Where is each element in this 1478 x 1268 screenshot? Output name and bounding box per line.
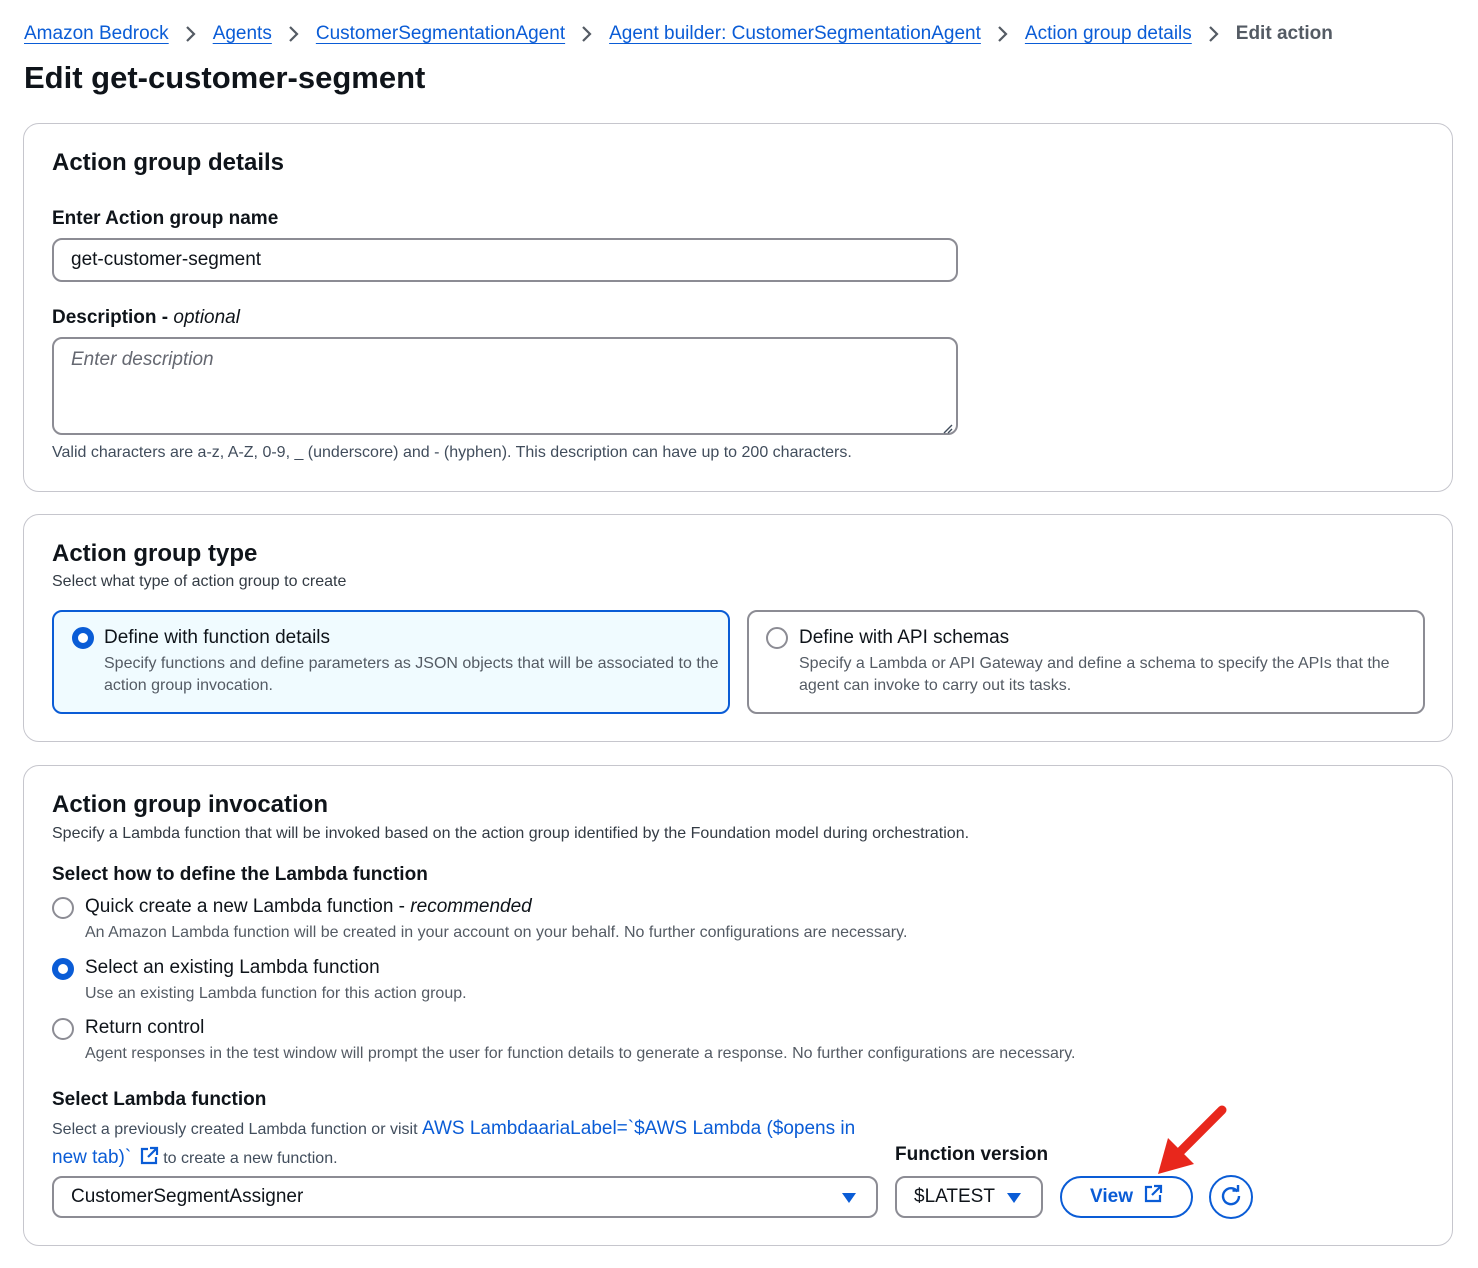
breadcrumb-action-group-details[interactable]: Action group details bbox=[1025, 23, 1192, 45]
name-value: get-customer-segment bbox=[71, 249, 262, 270]
lambda-help-suffix: to create a new function. bbox=[163, 1150, 338, 1167]
page-title: Edit get-customer-segment bbox=[24, 60, 426, 95]
radio-existing-lambda[interactable] bbox=[52, 958, 74, 980]
breadcrumb-agent-builder[interactable]: Agent builder: CustomerSegmentationAgent bbox=[609, 23, 981, 45]
tile-api-schemas-title: Define with API schemas bbox=[799, 627, 1010, 648]
option-return-control-desc: Agent responses in the test window will … bbox=[85, 1045, 1076, 1062]
description-placeholder: Enter description bbox=[71, 349, 214, 370]
invocation-heading: Action group invocation bbox=[52, 791, 328, 818]
radio-return-control[interactable] bbox=[52, 1018, 74, 1040]
function-version-select[interactable]: $LATEST bbox=[895, 1176, 1043, 1218]
tile-api-schemas-desc: Specify a Lambda or API Gateway and defi… bbox=[799, 655, 1390, 694]
resize-grip-icon[interactable] bbox=[941, 418, 953, 434]
description-textarea[interactable]: Enter description bbox=[52, 337, 958, 435]
breadcrumb-agent[interactable]: CustomerSegmentationAgent bbox=[316, 23, 565, 45]
invocation-subtitle: Specify a Lambda function that will be i… bbox=[52, 825, 970, 842]
refresh-button[interactable] bbox=[1209, 1175, 1253, 1219]
type-subtitle: Select what type of action group to crea… bbox=[52, 573, 347, 590]
details-heading: Action group details bbox=[52, 149, 285, 176]
chevron-right-icon bbox=[169, 25, 213, 43]
recommended-tag: recommended bbox=[410, 896, 532, 917]
option-existing-lambda-title[interactable]: Select an existing Lambda function bbox=[85, 957, 380, 979]
description-label-text: Description - bbox=[52, 307, 169, 328]
tile-function-details[interactable]: Define with function details Specify fun… bbox=[52, 610, 730, 714]
description-label: Description - optional bbox=[52, 307, 240, 329]
option-existing-lambda-desc: Use an existing Lambda function for this… bbox=[85, 985, 467, 1002]
optional-tag: optional bbox=[173, 307, 240, 328]
external-link-icon[interactable] bbox=[139, 1146, 159, 1176]
view-button-label: View bbox=[1090, 1186, 1133, 1207]
quick-create-label: Quick create a new Lambda function - bbox=[85, 896, 406, 917]
function-version-label: Function version bbox=[895, 1144, 1049, 1165]
type-heading: Action group type bbox=[52, 540, 258, 567]
external-link-icon bbox=[1143, 1184, 1163, 1210]
tile-function-details-desc: Specify functions and define parameters … bbox=[104, 655, 719, 694]
action-group-type-panel: Action group type Select what type of ac… bbox=[23, 514, 1453, 742]
breadcrumb-agents[interactable]: Agents bbox=[213, 23, 272, 45]
lambda-function-value: CustomerSegmentAssigner bbox=[71, 1186, 304, 1207]
chevron-right-icon bbox=[1192, 25, 1236, 43]
function-version-value: $LATEST bbox=[914, 1186, 995, 1207]
breadcrumb-amazon-bedrock[interactable]: Amazon Bedrock bbox=[24, 23, 169, 45]
action-group-details-panel: Action group details Enter Action group … bbox=[23, 123, 1453, 492]
description-hint: Valid characters are a-z, A-Z, 0-9, _ (u… bbox=[52, 444, 852, 461]
refresh-icon bbox=[1218, 1183, 1244, 1212]
define-lambda-label: Select how to define the Lambda function bbox=[52, 864, 428, 885]
radio-function-details[interactable] bbox=[72, 627, 94, 649]
option-quick-create-title[interactable]: Quick create a new Lambda function - rec… bbox=[85, 896, 532, 918]
tile-function-details-title: Define with function details bbox=[104, 627, 331, 648]
chevron-right-icon bbox=[981, 25, 1025, 43]
view-button[interactable]: View bbox=[1060, 1176, 1193, 1218]
lambda-help-text: Select a previously created Lambda funct… bbox=[52, 1115, 882, 1176]
lambda-function-select[interactable]: CustomerSegmentAssigner bbox=[52, 1176, 878, 1218]
option-return-control-title[interactable]: Return control bbox=[85, 1017, 204, 1039]
red-arrow-annotation bbox=[1158, 1105, 1227, 1174]
caret-down-icon bbox=[1007, 1193, 1021, 1203]
breadcrumb: Amazon Bedrock Agents CustomerSegmentati… bbox=[24, 20, 1333, 48]
chevron-right-icon bbox=[272, 25, 316, 43]
radio-api-schemas[interactable] bbox=[766, 627, 788, 649]
option-quick-create-desc: An Amazon Lambda function will be create… bbox=[85, 924, 908, 941]
tile-api-schemas[interactable]: Define with API schemas Specify a Lambda… bbox=[747, 610, 1425, 714]
radio-quick-create[interactable] bbox=[52, 897, 74, 919]
select-lambda-label: Select Lambda function bbox=[52, 1089, 267, 1110]
lambda-help-prefix: Select a previously created Lambda funct… bbox=[52, 1121, 418, 1138]
caret-down-icon bbox=[842, 1193, 856, 1203]
chevron-right-icon bbox=[565, 25, 609, 43]
breadcrumb-current: Edit action bbox=[1235, 23, 1333, 44]
name-label: Enter Action group name bbox=[52, 208, 279, 229]
action-group-name-input[interactable]: get-customer-segment bbox=[52, 238, 958, 282]
